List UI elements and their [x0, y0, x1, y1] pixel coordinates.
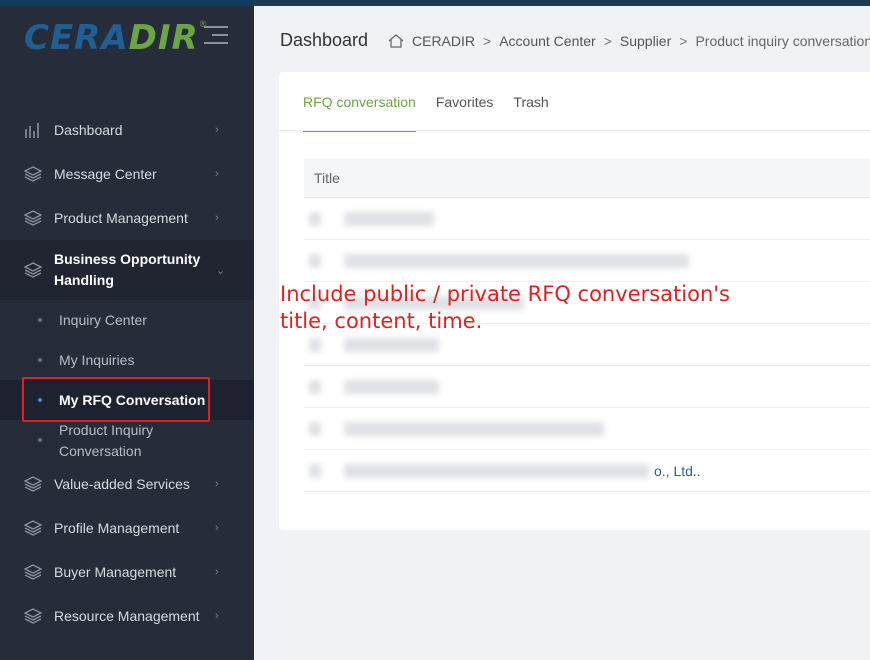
sidebar-item-label: Business Opportunity Handling [54, 251, 201, 288]
table-row[interactable]: o., Ltd.. [304, 450, 870, 492]
chevron-right-icon: › [215, 566, 219, 578]
breadcrumb-separator: > [603, 33, 612, 49]
sidebar-item-label: Profile Management [54, 520, 180, 536]
bullet-icon [38, 438, 42, 442]
bullet-icon [38, 358, 42, 362]
tab-favorites[interactable]: Favorites [436, 94, 494, 132]
breadcrumb-ceradir[interactable]: CERADIR [412, 33, 475, 49]
layers-icon [24, 475, 42, 493]
tab-trash[interactable]: Trash [513, 94, 548, 132]
layers-icon [24, 563, 42, 581]
sidebar-item-profile-management[interactable]: Profile Management › [0, 518, 254, 538]
bar-chart-icon [24, 121, 42, 139]
page-header: Dashboard [280, 30, 368, 51]
table-row[interactable] [304, 366, 870, 408]
sidebar-item-buyer-management[interactable]: Buyer Management › [0, 562, 254, 582]
highlight-annotation-box [22, 377, 210, 422]
sidebar-top-strip [0, 0, 254, 6]
redacted-cell [344, 254, 689, 268]
chevron-right-icon: › [215, 124, 219, 136]
bullet-icon [38, 318, 42, 322]
sidebar-item-label: Message Center [54, 166, 157, 182]
layers-icon [24, 519, 42, 537]
redacted-cell [309, 464, 321, 478]
redacted-cell [344, 338, 439, 352]
tab-rfq-conversation[interactable]: RFQ conversation [303, 94, 416, 132]
chevron-down-icon: ⌄ [216, 264, 226, 277]
sidebar: CERADIR ® Dashboard › Message Center › Pr… [0, 0, 254, 660]
redacted-cell [309, 212, 321, 226]
tabs-divider [279, 130, 870, 131]
tab-bar: RFQ conversation Favorites Trash [303, 94, 569, 132]
logo-text-2: DIR [128, 18, 199, 58]
redacted-cell [309, 254, 321, 268]
sidebar-item-resource-management[interactable]: Resource Management › [0, 606, 254, 626]
submenu-item-label: Inquiry Center [59, 312, 147, 328]
top-strip [254, 0, 870, 6]
annotation-line-2: title, content, time. [280, 309, 483, 333]
sidebar-item-label: Buyer Management [54, 564, 177, 580]
chevron-right-icon: › [215, 212, 219, 224]
redacted-cell [309, 338, 321, 352]
chevron-right-icon: › [215, 168, 219, 180]
sidebar-item-label: Resource Management [54, 608, 200, 624]
redacted-cell [344, 422, 604, 436]
logo-text-1: CERA [24, 18, 129, 58]
submenu-item-label: My Inquiries [59, 352, 135, 368]
submenu-item-product-inquiry-conversation[interactable]: Product Inquiry Conversation [0, 420, 254, 462]
logo[interactable]: CERADIR ® [24, 18, 206, 58]
submenu-item-inquiry-center[interactable]: Inquiry Center [0, 310, 254, 331]
table-row[interactable] [304, 198, 870, 240]
breadcrumb-supplier[interactable]: Supplier [620, 33, 671, 49]
redacted-cell [344, 464, 649, 478]
annotation-line-1: Include public / private RFQ conversatio… [280, 282, 730, 306]
submenu-item-my-inquiries[interactable]: My Inquiries [0, 350, 254, 371]
sidebar-item-label: Value-added Services [54, 476, 190, 492]
breadcrumb-account-center[interactable]: Account Center [499, 33, 596, 49]
submenu-item-label: Product Inquiry Conversation [59, 422, 154, 459]
redacted-cell [309, 380, 321, 394]
column-header-title: Title [304, 158, 870, 198]
sidebar-item-business-opportunity[interactable]: Business Opportunity Handling ⌄ [0, 240, 254, 300]
sidebar-item-value-added-services[interactable]: Value-added Services › [0, 474, 254, 494]
redacted-cell [344, 212, 434, 226]
sidebar-item-message-center[interactable]: Message Center › [0, 164, 254, 184]
layers-icon [24, 209, 42, 227]
breadcrumb: CERADIR > Account Center > Supplier > Pr… [388, 33, 870, 49]
breadcrumb-current: Product inquiry conversation [695, 33, 870, 49]
redacted-cell [344, 380, 439, 394]
table-row[interactable] [304, 408, 870, 450]
layers-icon [24, 165, 42, 183]
annotation-note: Include public / private RFQ conversatio… [280, 281, 730, 335]
home-icon[interactable] [388, 34, 404, 48]
sidebar-item-label: Product Management [54, 210, 188, 226]
sidebar-item-product-management[interactable]: Product Management › [0, 208, 254, 228]
table-row[interactable] [304, 240, 870, 282]
redacted-cell [309, 422, 321, 436]
row-company-suffix[interactable]: o., Ltd.. [654, 463, 701, 479]
chevron-right-icon: › [215, 610, 219, 622]
layers-icon [24, 607, 42, 625]
sidebar-item-label: Dashboard [54, 122, 123, 138]
layers-icon [24, 261, 42, 279]
menu-toggle-icon[interactable] [204, 26, 228, 50]
page-title: Dashboard [280, 30, 369, 50]
sidebar-item-dashboard[interactable]: Dashboard › [0, 120, 254, 140]
breadcrumb-separator: > [483, 33, 492, 49]
chevron-right-icon: › [215, 522, 219, 534]
chevron-right-icon: › [215, 478, 219, 490]
breadcrumb-separator: > [679, 33, 688, 49]
